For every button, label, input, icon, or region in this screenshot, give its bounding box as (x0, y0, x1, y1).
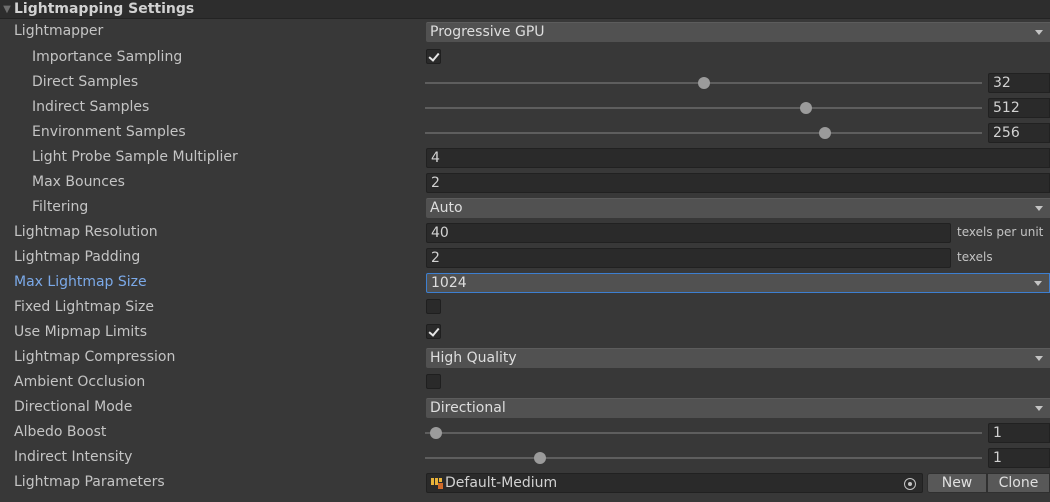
ambient-occlusion-label: Ambient Occlusion (14, 374, 146, 390)
row-max-lightmap-size: Max Lightmap Size 1024 (0, 270, 1050, 295)
chevron-down-icon (1035, 30, 1043, 35)
max-bounces-label: Max Bounces (32, 174, 125, 190)
albedo-boost-label: Albedo Boost (14, 424, 107, 440)
directional-mode-value: Directional (430, 400, 506, 416)
importance-sampling-label: Importance Sampling (32, 49, 183, 65)
albedo-boost-slider-thumb[interactable] (430, 427, 443, 439)
object-picker-icon[interactable] (904, 478, 916, 490)
ambient-occlusion-checkbox[interactable] (426, 374, 441, 389)
lightmap-resolution-unit: texels per unit (957, 225, 1044, 239)
row-light-probe-sample-multiplier: Light Probe Sample Multiplier 4 (0, 145, 1050, 170)
fixed-lightmap-size-checkbox[interactable] (426, 299, 441, 314)
row-indirect-samples: Indirect Samples 512 (0, 95, 1050, 120)
chevron-down-icon (1035, 406, 1043, 411)
environment-samples-value: 256 (993, 125, 1020, 141)
indirect-intensity-slider-thumb[interactable] (534, 452, 546, 464)
max-bounces-value: 2 (431, 175, 440, 191)
lightmap-resolution-label: Lightmap Resolution (14, 224, 158, 240)
row-lightmap-resolution: Lightmap Resolution 40 texels per unit (0, 220, 1050, 245)
max-bounces-field[interactable]: 2 (426, 173, 1050, 193)
lightmap-compression-dropdown[interactable]: High Quality (426, 348, 1050, 368)
filtering-value: Auto (430, 200, 463, 216)
lightmap-parameters-asset-icon (431, 478, 443, 489)
lightmapping-settings-panel: ▼ Lightmapping Settings Lightmapper Prog… (0, 0, 1050, 502)
use-mipmap-limits-checkbox[interactable] (426, 324, 441, 339)
filtering-label: Filtering (32, 199, 89, 215)
indirect-samples-field[interactable]: 512 (988, 98, 1050, 118)
checkmark-icon (428, 50, 440, 62)
lightmap-parameters-object-field[interactable]: Default-Medium (426, 473, 923, 493)
indirect-samples-value: 512 (993, 100, 1020, 116)
row-ambient-occlusion: Ambient Occlusion (0, 370, 1050, 395)
indirect-intensity-slider-track[interactable] (425, 457, 982, 459)
new-button[interactable]: New (927, 473, 987, 493)
triangle-down-icon[interactable]: ▼ (0, 4, 14, 15)
chevron-down-icon (1035, 356, 1043, 361)
directional-mode-dropdown[interactable]: Directional (426, 398, 1050, 418)
lightmap-padding-field[interactable]: 2 (426, 248, 951, 268)
filtering-dropdown[interactable]: Auto (426, 198, 1050, 218)
use-mipmap-limits-label: Use Mipmap Limits (14, 324, 148, 340)
lightmap-padding-unit: texels (957, 250, 993, 264)
indirect-samples-label: Indirect Samples (32, 99, 150, 115)
environment-samples-field[interactable]: 256 (988, 123, 1050, 143)
lightmap-parameters-label: Lightmap Parameters (14, 474, 165, 490)
section-title: Lightmapping Settings (14, 1, 195, 17)
row-filtering: Filtering Auto (0, 195, 1050, 220)
light-probe-sample-multiplier-value: 4 (431, 150, 440, 166)
environment-samples-label: Environment Samples (32, 124, 186, 140)
indirect-samples-slider-thumb[interactable] (799, 102, 812, 114)
lightmap-padding-value: 2 (431, 250, 440, 266)
row-direct-samples: Direct Samples 32 (0, 70, 1050, 95)
light-probe-sample-multiplier-field[interactable]: 4 (426, 148, 1050, 168)
chevron-down-icon (1035, 206, 1043, 211)
lightmap-resolution-field[interactable]: 40 (426, 223, 951, 243)
lightmap-resolution-value: 40 (431, 225, 449, 241)
row-lightmap-padding: Lightmap Padding 2 texels (0, 245, 1050, 270)
row-lightmap-compression: Lightmap Compression High Quality (0, 345, 1050, 370)
row-directional-mode: Directional Mode Directional (0, 395, 1050, 420)
row-use-mipmap-limits: Use Mipmap Limits (0, 320, 1050, 345)
light-probe-sample-multiplier-label: Light Probe Sample Multiplier (32, 149, 238, 165)
section-header[interactable]: ▼ Lightmapping Settings (0, 0, 1050, 19)
row-albedo-boost: Albedo Boost 1 (0, 420, 1050, 445)
lightmapper-value: Progressive GPU (430, 24, 545, 40)
direct-samples-value: 32 (993, 75, 1011, 91)
lightmap-compression-value: High Quality (430, 350, 517, 366)
row-importance-sampling: Importance Sampling (0, 45, 1050, 70)
clone-button[interactable]: Clone (987, 473, 1050, 493)
row-indirect-intensity: Indirect Intensity 1 (0, 445, 1050, 470)
lightmapper-label: Lightmapper (14, 23, 104, 39)
checkmark-icon (428, 325, 440, 337)
lightmap-padding-label: Lightmap Padding (14, 249, 141, 265)
row-fixed-lightmap-size: Fixed Lightmap Size (0, 295, 1050, 320)
max-lightmap-size-value: 1024 (431, 275, 467, 291)
environment-samples-slider-track[interactable] (425, 132, 982, 134)
albedo-boost-slider-track[interactable] (425, 432, 982, 434)
environment-samples-slider-thumb[interactable] (819, 127, 832, 139)
lightmap-parameters-value: Default-Medium (445, 475, 558, 491)
albedo-boost-value: 1 (993, 425, 1002, 441)
indirect-intensity-value: 1 (993, 450, 1002, 466)
indirect-samples-slider-track[interactable] (425, 107, 982, 109)
indirect-intensity-field[interactable]: 1 (988, 448, 1050, 468)
direct-samples-label: Direct Samples (32, 74, 139, 90)
lightmap-compression-label: Lightmap Compression (14, 349, 176, 365)
lightmapper-dropdown[interactable]: Progressive GPU (426, 22, 1050, 42)
max-lightmap-size-dropdown[interactable]: 1024 (426, 273, 1050, 293)
chevron-down-icon (1034, 281, 1042, 286)
direct-samples-slider-thumb[interactable] (697, 77, 710, 89)
max-lightmap-size-label: Max Lightmap Size (14, 274, 147, 290)
row-lightmap-parameters: Lightmap Parameters Default-Medium New C… (0, 470, 1050, 495)
albedo-boost-field[interactable]: 1 (988, 423, 1050, 443)
directional-mode-label: Directional Mode (14, 399, 133, 415)
importance-sampling-checkbox[interactable] (426, 49, 441, 64)
row-environment-samples: Environment Samples 256 (0, 120, 1050, 145)
direct-samples-field[interactable]: 32 (988, 73, 1050, 93)
indirect-intensity-label: Indirect Intensity (14, 449, 133, 465)
row-max-bounces: Max Bounces 2 (0, 170, 1050, 195)
fixed-lightmap-size-label: Fixed Lightmap Size (14, 299, 154, 315)
row-lightmapper: Lightmapper Progressive GPU (0, 19, 1050, 44)
